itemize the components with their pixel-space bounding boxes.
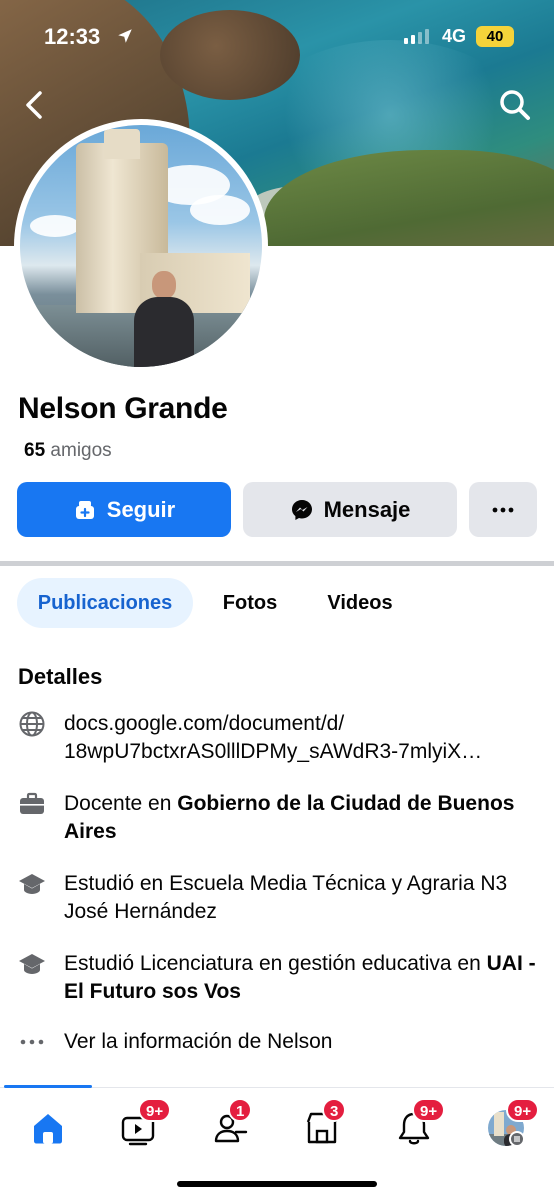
tab-videos[interactable]: Videos (312, 578, 408, 628)
detail-link[interactable]: docs.google.com/document/d/ 18wpU7bctxrA… (18, 710, 548, 766)
detail-work: Docente en Gobierno de la Ciudad de Buen… (18, 790, 548, 846)
nav-home[interactable] (28, 1108, 68, 1148)
location-arrow-icon (118, 29, 132, 43)
nav-marketplace[interactable]: 3 (302, 1098, 347, 1148)
detail-see-more[interactable]: Ver la información de Nelson (18, 1028, 548, 1056)
detail-education-1-text: Estudió en Escuela Media Técnica y Agrar… (64, 872, 508, 923)
graduation-cap-icon (19, 954, 45, 974)
nav-friends[interactable]: 1 (212, 1098, 253, 1148)
briefcase-icon (20, 792, 44, 814)
more-options-button[interactable] (469, 482, 537, 537)
follow-button[interactable]: Seguir (17, 482, 231, 537)
section-divider (0, 561, 554, 566)
home-indicator (177, 1181, 377, 1187)
more-horizontal-icon (492, 507, 514, 512)
search-icon[interactable] (496, 86, 534, 124)
detail-link-line2: 18wpU7bctxrAS0lllDPMy_sAWdR3-7mlyiX… (64, 740, 483, 763)
messenger-icon (291, 499, 312, 520)
nav-menu[interactable]: 9+ (486, 1098, 540, 1148)
friends-count-number: 65 (24, 440, 46, 461)
tab-fotos[interactable]: Fotos (208, 578, 292, 628)
message-button[interactable]: Mensaje (243, 482, 457, 537)
battery-indicator: 40 (476, 26, 514, 47)
profile-name: Nelson Grande (18, 392, 228, 425)
follow-button-label: Seguir (106, 496, 176, 522)
message-button-label: Mensaje (323, 496, 411, 522)
home-icon (34, 1114, 62, 1144)
friends-count[interactable]: 65 amigos (24, 440, 112, 462)
nav-active-indicator (4, 1085, 92, 1088)
graduation-cap-icon (19, 874, 45, 894)
network-type: 4G (442, 26, 467, 46)
tab-publicaciones[interactable]: Publicaciones (17, 578, 193, 628)
more-dots-icon (20, 1039, 44, 1045)
detail-education-2: Estudió Licenciatura en gestión educativ… (18, 950, 548, 1006)
status-bar: 12:33 4G 40 (0, 0, 554, 74)
nav-video-badge: 9+ (138, 1098, 172, 1122)
detail-education-1: Estudió en Escuela Media Técnica y Agrar… (18, 870, 548, 926)
detail-education-2-prefix: Estudió Licenciatura en gestión educativ… (64, 952, 487, 975)
nav-marketplace-badge: 3 (322, 1098, 347, 1122)
profile-avatar[interactable] (14, 119, 268, 373)
detail-work-prefix: Docente en (64, 792, 178, 815)
nav-video[interactable]: 9+ (118, 1098, 172, 1148)
globe-icon (19, 711, 45, 737)
friends-count-label: amigos (50, 440, 112, 461)
nav-menu-badge: 9+ (506, 1098, 540, 1122)
nav-notifications-badge: 9+ (412, 1098, 446, 1122)
profile-picture (20, 125, 262, 367)
cellular-signal-icon (404, 29, 429, 44)
nav-notifications[interactable]: 9+ (394, 1098, 446, 1148)
details-heading: Detalles (18, 664, 103, 689)
status-time: 12:33 (44, 24, 101, 49)
detail-link-line1: docs.google.com/document/d/ (64, 712, 345, 735)
chevron-left-icon[interactable] (18, 88, 52, 122)
follow-user-icon (75, 500, 94, 519)
detail-see-more-label: Ver la información de Nelson (64, 1030, 333, 1053)
